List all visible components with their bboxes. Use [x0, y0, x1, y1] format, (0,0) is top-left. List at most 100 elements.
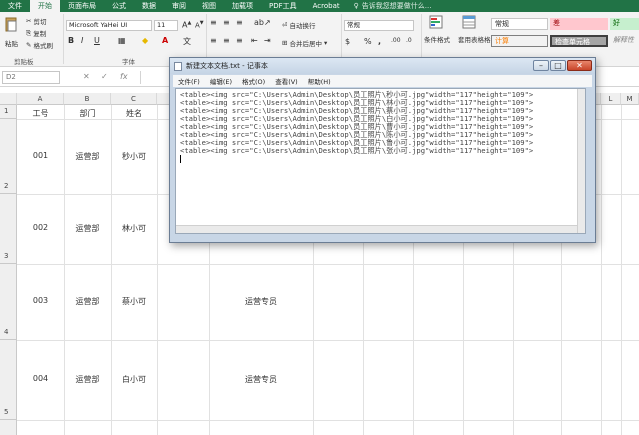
- close-icon: ✕: [576, 61, 583, 70]
- header-cell-dept[interactable]: 部门: [64, 108, 111, 119]
- tab-acrobat[interactable]: Acrobat: [305, 0, 348, 12]
- cell-name[interactable]: 蔡小可: [111, 296, 157, 307]
- underline-icon[interactable]: U: [94, 36, 100, 45]
- row-header-2[interactable]: 2: [0, 119, 17, 194]
- copy-button[interactable]: ⎘ 复制: [26, 28, 46, 39]
- select-all-corner[interactable]: [0, 93, 17, 105]
- cell-name[interactable]: 白小可: [111, 374, 157, 385]
- column-header-l[interactable]: L: [601, 93, 621, 105]
- menu-view[interactable]: 查看(V): [270, 76, 303, 86]
- cell-role[interactable]: 运营专员: [209, 296, 313, 307]
- tab-page-layout[interactable]: 页面布局: [60, 0, 104, 12]
- tab-file[interactable]: 文件: [0, 0, 30, 12]
- font-size-select[interactable]: 11: [154, 20, 178, 31]
- align-bottom-icon[interactable]: ≡: [236, 18, 243, 27]
- name-box[interactable]: D2: [2, 71, 60, 84]
- font-color-icon[interactable]: A: [162, 36, 168, 45]
- tab-data[interactable]: 数据: [134, 0, 164, 12]
- decrease-decimal-icon[interactable]: .0: [406, 37, 412, 44]
- cell-id[interactable]: 003: [17, 296, 64, 305]
- style-explanatory[interactable]: 解释性: [610, 35, 639, 47]
- style-good[interactable]: 好: [610, 18, 639, 30]
- align-top-icon[interactable]: ≡: [210, 18, 217, 27]
- format-painter-button[interactable]: ✎ 格式刷: [26, 40, 53, 50]
- horizontal-scrollbar[interactable]: [176, 225, 577, 233]
- notepad-title-bar[interactable]: 新建文本文档.txt - 记事本 – □ ✕: [170, 58, 595, 74]
- tab-formulas[interactable]: 公式: [104, 0, 134, 12]
- column-header-m[interactable]: M: [621, 93, 639, 105]
- wrap-text-button[interactable]: ⏎ 自动换行: [282, 20, 315, 30]
- cell-dept[interactable]: 运营部: [64, 296, 111, 307]
- tab-pdf-tools[interactable]: PDF工具: [261, 0, 305, 12]
- align-left-icon[interactable]: ≡: [210, 36, 217, 45]
- shrink-font-icon[interactable]: A▼: [195, 20, 204, 29]
- cell-id[interactable]: 002: [17, 223, 64, 232]
- tell-me-box[interactable]: ♀ 告诉我您想要做什么...: [354, 1, 432, 11]
- column-header-b[interactable]: B: [64, 93, 111, 105]
- row-header-5[interactable]: 5: [0, 340, 17, 420]
- vertical-scrollbar[interactable]: [577, 89, 585, 233]
- column-header-a[interactable]: A: [17, 93, 64, 105]
- table-format-icon[interactable]: [461, 15, 477, 31]
- notepad-text-area[interactable]: <table><img src="C:\Users\Admin\Desktop\…: [175, 88, 586, 234]
- indent-decrease-icon[interactable]: ⇤: [251, 36, 258, 45]
- align-center-icon[interactable]: ≡: [223, 36, 230, 45]
- cell-name[interactable]: 林小可: [111, 223, 157, 234]
- style-normal[interactable]: 常规: [491, 18, 548, 30]
- column-header-c[interactable]: C: [111, 93, 157, 105]
- paste-button[interactable]: 粘贴: [5, 38, 18, 48]
- enter-icon[interactable]: ✓: [101, 72, 108, 81]
- italic-icon[interactable]: I: [81, 36, 83, 45]
- align-middle-icon[interactable]: ≡: [223, 18, 230, 27]
- borders-icon[interactable]: ▦: [118, 36, 126, 45]
- row-header-3[interactable]: 3: [0, 194, 17, 264]
- cell-dept[interactable]: 运营部: [64, 151, 111, 162]
- bold-icon[interactable]: B: [68, 36, 74, 45]
- cell-id[interactable]: 001: [17, 151, 64, 160]
- comma-icon[interactable]: ,: [378, 37, 381, 46]
- conditional-format-icon[interactable]: [428, 15, 444, 31]
- fx-icon[interactable]: fx: [120, 72, 128, 81]
- header-cell-name[interactable]: 姓名: [111, 108, 157, 119]
- indent-increase-icon[interactable]: ⇥: [264, 36, 271, 45]
- maximize-button[interactable]: □: [550, 60, 566, 71]
- tab-addins[interactable]: 加载项: [224, 0, 261, 12]
- increase-decimal-icon[interactable]: .00: [391, 37, 401, 44]
- orientation-icon[interactable]: ab↗: [254, 18, 271, 27]
- tab-home[interactable]: 开始: [30, 0, 60, 12]
- row-header-6[interactable]: [0, 420, 17, 435]
- paste-icon[interactable]: [3, 16, 19, 34]
- tab-view[interactable]: 视图: [194, 0, 224, 12]
- fill-color-icon[interactable]: ◆: [142, 36, 148, 45]
- row-header-4[interactable]: 4: [0, 264, 17, 340]
- tab-review[interactable]: 审阅: [164, 0, 194, 12]
- notepad-window[interactable]: 新建文本文档.txt - 记事本 – □ ✕ 文件(F) 编辑(E) 格式(O)…: [169, 57, 596, 243]
- currency-icon[interactable]: $: [345, 37, 350, 46]
- number-format-select[interactable]: 常规: [344, 20, 414, 31]
- cell-id[interactable]: 004: [17, 374, 64, 383]
- cancel-icon[interactable]: ✕: [83, 72, 90, 81]
- minimize-button[interactable]: –: [533, 60, 549, 71]
- grow-font-icon[interactable]: A▲: [182, 20, 191, 30]
- cut-button[interactable]: ✂ 剪切: [26, 16, 46, 26]
- cell-name[interactable]: 秒小可: [111, 151, 157, 162]
- align-right-icon[interactable]: ≡: [236, 36, 243, 45]
- cell-dept[interactable]: 运营部: [64, 374, 111, 385]
- menu-file[interactable]: 文件(F): [173, 76, 205, 86]
- row-header-1[interactable]: 1: [0, 105, 17, 119]
- cell-role[interactable]: 运营专员: [209, 374, 313, 385]
- merge-center-button[interactable]: ⊞ 合并后居中 ▾: [282, 38, 327, 48]
- style-calc[interactable]: 计算: [491, 35, 548, 47]
- menu-help[interactable]: 帮助(H): [303, 76, 336, 86]
- header-cell-id[interactable]: 工号: [17, 108, 64, 119]
- conditional-format-button[interactable]: 条件格式: [424, 34, 450, 44]
- menu-edit[interactable]: 编辑(E): [205, 76, 237, 86]
- style-check-cell[interactable]: 检查单元格: [550, 35, 608, 47]
- font-name-select[interactable]: Microsoft YaHei UI: [66, 20, 152, 31]
- close-button[interactable]: ✕: [567, 60, 592, 71]
- percent-icon[interactable]: %: [364, 37, 372, 46]
- phonetic-icon[interactable]: 文: [183, 36, 191, 47]
- cell-dept[interactable]: 运营部: [64, 223, 111, 234]
- style-bad[interactable]: 差: [550, 18, 608, 30]
- menu-format[interactable]: 格式(O): [237, 76, 270, 86]
